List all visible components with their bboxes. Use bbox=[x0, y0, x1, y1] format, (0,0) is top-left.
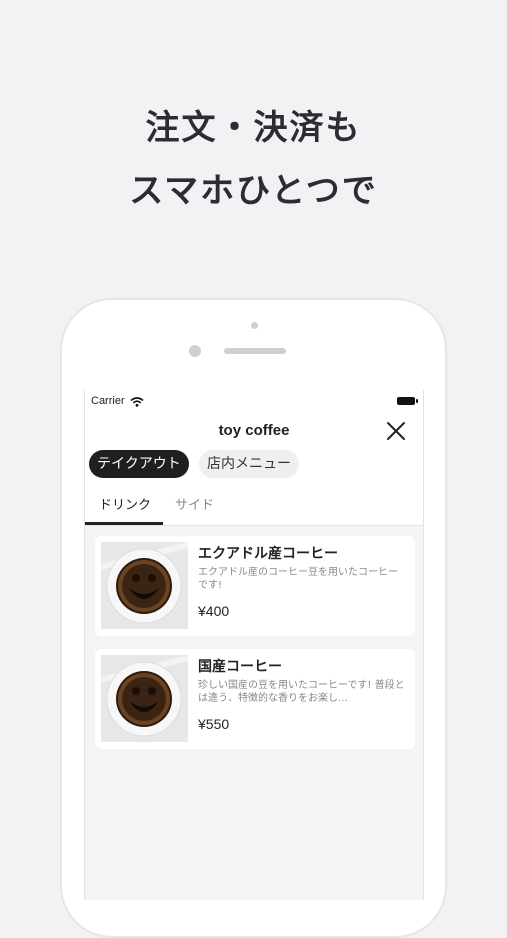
tab-drink[interactable]: ドリンク bbox=[99, 494, 151, 513]
app-screen: Carrier toy coffee テイクアウト 店内メニュー ドリンク サイ… bbox=[84, 390, 424, 900]
dine-in-menu-pill[interactable]: 店内メニュー bbox=[199, 450, 299, 478]
tab-side[interactable]: サイド bbox=[175, 494, 214, 513]
tab-divider bbox=[85, 525, 423, 526]
earpiece-speaker bbox=[224, 348, 286, 354]
carrier-label: Carrier bbox=[91, 395, 125, 407]
item-name: エクアドル産コーヒー bbox=[198, 546, 338, 562]
headline-line-1: 注文・決済も bbox=[145, 108, 362, 148]
headline-line-2: スマホひとつで bbox=[129, 171, 378, 211]
item-name: 国産コーヒー bbox=[198, 659, 282, 675]
coffee-cup-image bbox=[101, 655, 188, 742]
item-description: エクアドル産のコーヒー豆を用いたコーヒーです! bbox=[198, 567, 398, 591]
close-icon[interactable] bbox=[383, 418, 409, 444]
menu-item-card[interactable]: エクアドル産コーヒー エクアドル産のコーヒー豆を用いたコーヒーです! ¥400 bbox=[95, 536, 415, 636]
front-camera bbox=[189, 345, 201, 357]
store-title: toy coffee bbox=[218, 422, 290, 439]
item-price: ¥400 bbox=[198, 603, 230, 619]
wifi-icon bbox=[130, 397, 144, 407]
menu-item-card[interactable]: 国産コーヒー 珍しい国産の豆を用いたコーヒーです! 普段とは違う、特徴的な香りを… bbox=[95, 649, 415, 749]
sensor-dot bbox=[251, 322, 258, 329]
battery-icon bbox=[397, 397, 418, 405]
takeout-pill[interactable]: テイクアウト bbox=[89, 450, 189, 478]
item-price: ¥550 bbox=[198, 716, 230, 732]
coffee-cup-image bbox=[101, 542, 188, 629]
item-description: 珍しい国産の豆を用いたコーヒーです! 普段とは違う、特徴的な香りをお楽し… bbox=[198, 680, 405, 704]
